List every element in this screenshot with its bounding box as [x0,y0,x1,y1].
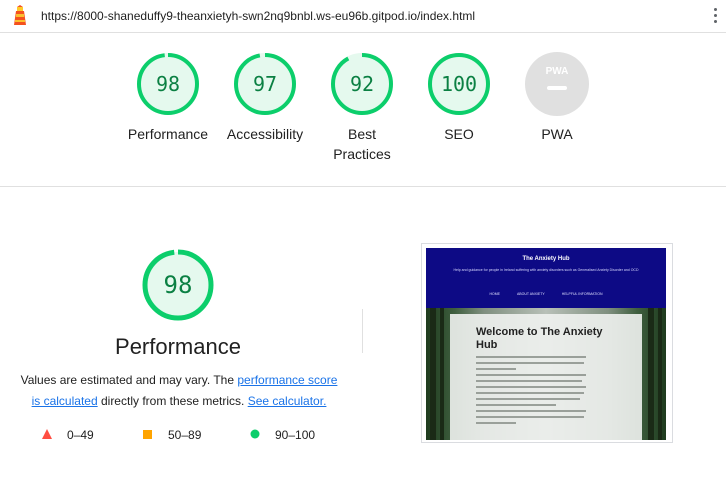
square-icon [143,430,152,439]
see-calculator-link[interactable]: See calculator. [248,394,327,408]
text-line [476,374,586,376]
tree-trunk [648,308,654,440]
desc-middle: directly from these metrics. [97,394,248,408]
lighthouse-topbar: https://8000-shaneduffy9-theanxietyh-swn… [0,0,726,33]
section-divider [0,186,726,187]
desc-prefix: Values are estimated and may vary. The [20,373,238,387]
pwa-gauge-icon: PWA [525,52,589,116]
text-line [476,410,586,412]
circle-icon [250,429,260,439]
text-line [476,422,516,424]
tree-trunk [440,308,444,440]
text-line [476,362,584,364]
page-screenshot[interactable]: The Anxiety Hub Help and guidance for pe… [421,243,673,443]
text-line [476,380,582,382]
tree-trunk [658,308,662,440]
more-options-icon[interactable] [710,8,720,26]
text-line [476,392,584,394]
gauge-score: 100 [441,72,477,96]
url-text[interactable]: https://8000-shaneduffy9-theanxietyh-swn… [41,9,475,23]
is-calculated-link[interactable]: is calculated [32,394,98,408]
text-line [476,404,556,406]
text-line [476,416,584,418]
text-line [476,386,586,388]
site-nav: HOME ABOUT ANXIETY HELPFUL INFORMATION [426,292,666,296]
triangle-icon [42,429,52,439]
gauge-score: 92 [350,72,374,96]
gauge-label: SEO [444,126,474,142]
tree-trunk [430,308,436,440]
gauge-label: PWA [541,126,573,142]
gauge-label: Performance [127,126,209,142]
site-header: The Anxiety Hub Help and guidance for pe… [426,248,666,308]
gauge-performance[interactable]: 98 Performance [118,52,218,144]
site-nav-about: ABOUT ANXIETY [516,292,545,296]
gauge-best-practices[interactable]: 92 Best Practices [312,52,412,164]
performance-title: Performance [115,334,241,359]
performance-big-gauge: 98 [142,249,214,321]
legend-fail: 0–49 [42,428,94,442]
legend-fail-range: 0–49 [67,428,94,442]
gauge-seo[interactable]: 100 SEO [409,52,509,144]
text-line [476,356,586,358]
gauge-accessibility[interactable]: 97 Accessibility [215,52,315,144]
legend-average-range: 50–89 [168,428,202,442]
legend-average: 50–89 [143,428,201,442]
lighthouse-logo-icon [14,5,26,25]
gauge-score: 98 [156,72,180,96]
site-heading: Welcome to The Anxiety Hub [476,326,603,351]
gauge-label: Best Practices [333,126,391,162]
text-line [476,398,580,400]
gauge-label: Accessibility [226,126,304,142]
vertical-divider [362,309,363,353]
gauge-score: 97 [253,72,277,96]
pwa-badge-text: PWA [546,66,569,77]
performance-description: Values are estimated and may vary. The p… [14,370,344,412]
gauge-pwa[interactable]: PWA PWA [507,52,607,144]
site-nav-home: HOME [489,292,500,296]
site-subtitle: Help and guidance for people in Ireland … [453,268,639,272]
screenshot-image: The Anxiety Hub Help and guidance for pe… [426,248,666,440]
text-line [476,368,516,370]
performance-score-link[interactable]: performance score [237,373,337,387]
site-nav-info: HELPFUL INFORMATION [561,292,603,296]
site-title: The Anxiety Hub [522,256,570,262]
performance-big-score: 98 [164,271,193,299]
legend-pass-range: 90–100 [275,428,316,442]
legend-pass: 90–100 [250,428,315,442]
